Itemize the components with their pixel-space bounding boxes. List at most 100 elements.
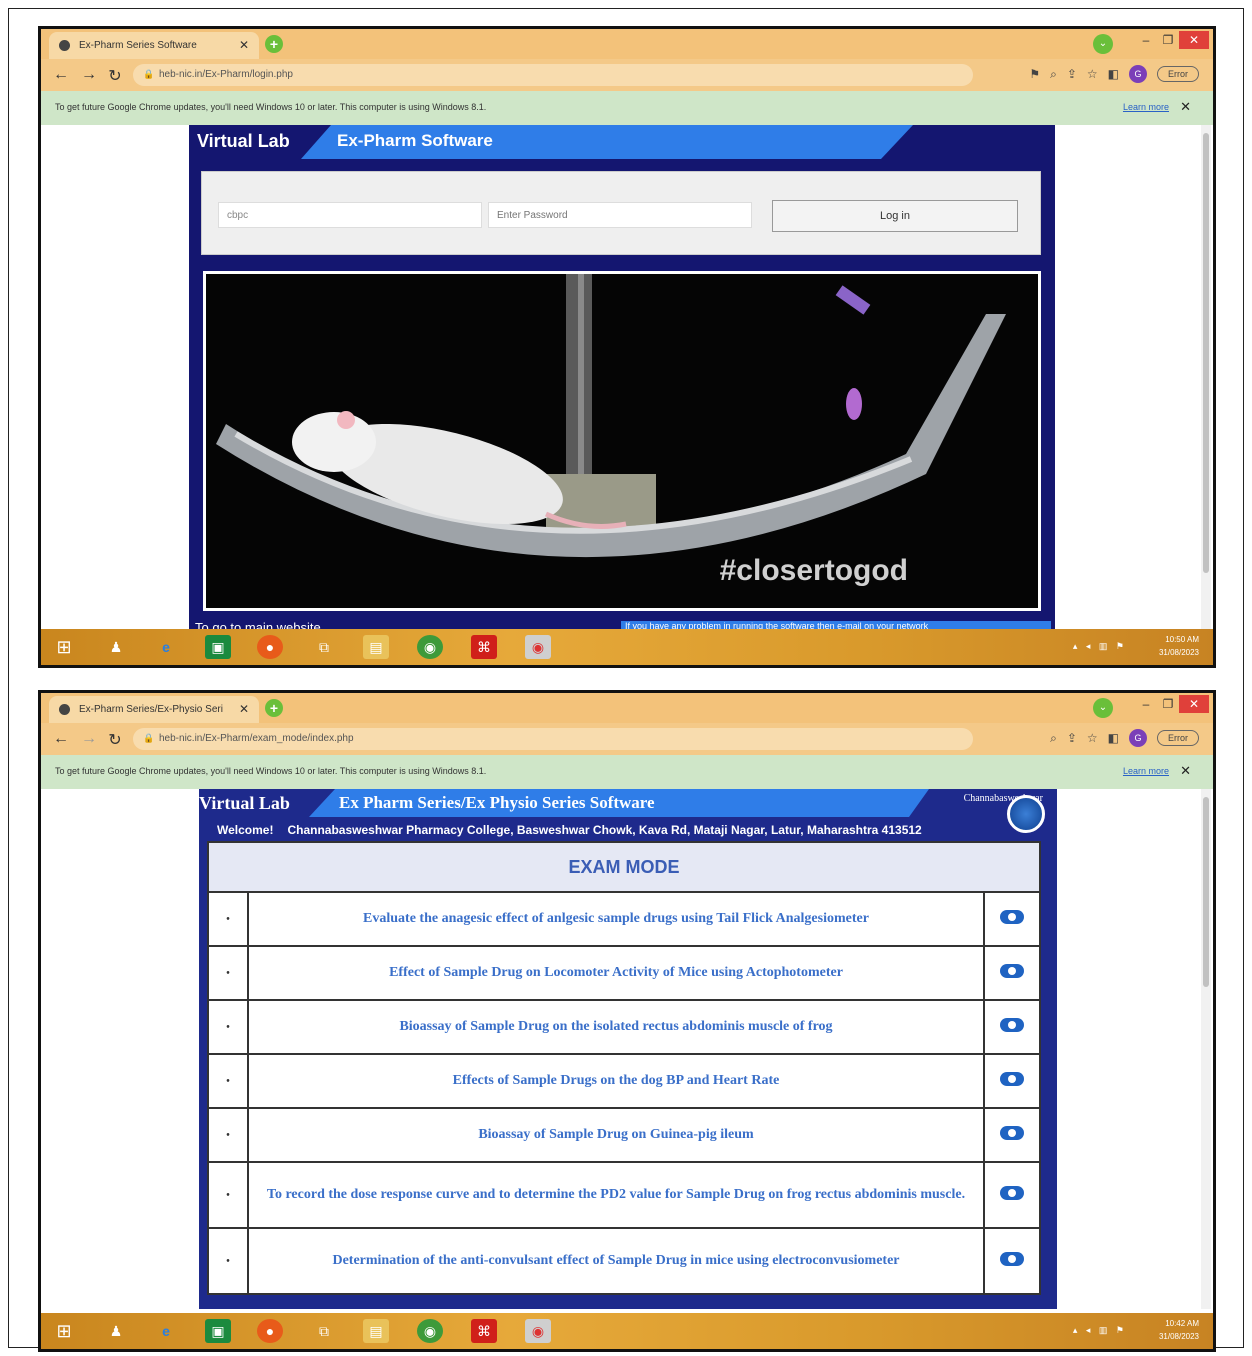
profile-avatar[interactable]: G xyxy=(1129,65,1147,83)
infobar-close-icon[interactable]: ✕ xyxy=(1180,99,1191,115)
chrome-active-icon[interactable]: ◉ xyxy=(525,1319,551,1343)
window-close-icon[interactable]: ✕ xyxy=(1179,695,1209,713)
bookmark-star-icon[interactable]: ☆ xyxy=(1087,731,1098,745)
college-logo-icon xyxy=(1007,795,1045,833)
go-button-icon[interactable] xyxy=(1000,1071,1024,1086)
scrollbar-thumb[interactable] xyxy=(1203,133,1209,573)
virtual-lab-panel: Virtual Lab Ex-Pharm Software Log in xyxy=(189,125,1055,631)
error-pill[interactable]: Error xyxy=(1157,66,1199,82)
page-viewport: Virtual Lab Ex-Pharm Software Log in xyxy=(41,125,1213,631)
browser-tab[interactable]: Ex-Pharm Series Software ✕ xyxy=(49,32,259,59)
share-icon[interactable]: ⇪ xyxy=(1067,67,1077,81)
window-controls: – ❐ ✕ xyxy=(1135,695,1209,715)
translate-icon[interactable]: ⚑ xyxy=(1029,67,1040,81)
go-button-icon[interactable] xyxy=(1000,909,1024,924)
download-icon[interactable]: ⌄ xyxy=(1093,34,1113,54)
favicon-icon xyxy=(59,704,70,715)
internet-explorer-icon[interactable]: e xyxy=(153,1319,179,1343)
user-app-icon[interactable]: ♟ xyxy=(103,1319,129,1343)
go-button-icon[interactable] xyxy=(1000,1251,1024,1266)
profile-avatar[interactable]: G xyxy=(1129,729,1147,747)
minimize-icon[interactable]: – xyxy=(1135,31,1157,49)
experiment-link[interactable]: Determination of the anti-convulsant eff… xyxy=(247,1227,985,1295)
pdf-reader-icon[interactable]: ⌘ xyxy=(471,635,497,659)
internet-explorer-icon[interactable]: e xyxy=(153,635,179,659)
experiment-link[interactable]: Evaluate the anagesic effect of anlgesic… xyxy=(247,891,985,947)
new-tab-button[interactable]: + xyxy=(265,699,283,717)
reload-icon[interactable]: ↻ xyxy=(105,730,125,750)
side-panel-icon[interactable]: ◧ xyxy=(1108,731,1119,745)
new-tab-button[interactable]: + xyxy=(265,35,283,53)
chrome-icon[interactable]: ◉ xyxy=(417,635,443,659)
restore-icon[interactable]: ❐ xyxy=(1157,695,1179,713)
zoom-icon[interactable]: ⌕ xyxy=(1050,731,1057,746)
browser-tab[interactable]: Ex-Pharm Series/Ex-Physio Seri ✕ xyxy=(49,696,259,723)
url-text: heb-nic.in/Ex-Pharm/login.php xyxy=(159,69,293,80)
go-button-icon[interactable] xyxy=(1000,1017,1024,1032)
store-icon[interactable]: ▣ xyxy=(205,1319,231,1343)
system-clock[interactable]: 10:42 AM 31/08/2023 xyxy=(1159,1317,1199,1343)
learn-more-link[interactable]: Learn more xyxy=(1123,102,1169,112)
login-form: Log in xyxy=(201,171,1041,255)
reload-icon[interactable]: ↻ xyxy=(105,66,125,86)
chrome-icon[interactable]: ◉ xyxy=(417,1319,443,1343)
zoom-icon[interactable]: ⌕ xyxy=(1050,67,1057,82)
window-close-icon[interactable]: ✕ xyxy=(1179,31,1209,49)
go-button-icon[interactable] xyxy=(1000,1185,1024,1200)
close-tab-icon[interactable]: ✕ xyxy=(239,38,249,52)
back-arrow-icon[interactable]: ← xyxy=(51,730,71,748)
lock-icon: 🔒 xyxy=(143,733,155,743)
back-arrow-icon[interactable]: ← xyxy=(51,66,71,84)
file-explorer-icon[interactable]: ▤ xyxy=(363,635,389,659)
login-screenshot: Ex-Pharm Series Software ✕ + ⌄ – ❐ ✕ ← → ↻… xyxy=(38,26,1216,668)
tab-title: Ex-Pharm Series/Ex-Physio Seri xyxy=(79,704,223,715)
store-icon[interactable]: ▣ xyxy=(205,635,231,659)
infobar-message: To get future Google Chrome updates, you… xyxy=(55,766,487,776)
restore-icon[interactable]: ❐ xyxy=(1157,31,1179,49)
experiment-link[interactable]: Effect of Sample Drug on Locomoter Activ… xyxy=(247,945,985,1001)
system-tray-icons[interactable]: ▴ ◂ ▥ ⚑ xyxy=(1073,1325,1127,1336)
page-scrollbar[interactable] xyxy=(1201,789,1211,1309)
update-infobar: To get future Google Chrome updates, you… xyxy=(41,91,1213,125)
download-icon[interactable]: ⌄ xyxy=(1093,698,1113,718)
clock-date: 31/08/2023 xyxy=(1158,1332,1199,1341)
learn-more-link[interactable]: Learn more xyxy=(1123,766,1169,776)
share-icon[interactable]: ⇪ xyxy=(1067,731,1077,745)
experiment-link[interactable]: Bioassay of Sample Drug on Guinea-pig il… xyxy=(247,1107,985,1163)
bookmark-star-icon[interactable]: ☆ xyxy=(1087,67,1098,81)
minimize-icon[interactable]: – xyxy=(1135,695,1157,713)
address-bar[interactable]: 🔒 heb-nic.in/Ex-Pharm/exam_mode/index.ph… xyxy=(133,728,973,750)
login-button[interactable]: Log in xyxy=(772,200,1018,232)
go-cell xyxy=(983,1227,1041,1295)
password-field[interactable] xyxy=(488,202,752,228)
network-app-icon[interactable]: ⧉ xyxy=(311,635,337,659)
chrome-active-icon[interactable]: ◉ xyxy=(525,635,551,659)
user-app-icon[interactable]: ♟ xyxy=(103,635,129,659)
system-clock[interactable]: 10:50 AM 31/08/2023 xyxy=(1159,633,1199,659)
firefox-icon[interactable]: ● xyxy=(257,1319,283,1343)
system-tray-icons[interactable]: ▴ ◂ ▥ ⚑ xyxy=(1073,641,1127,652)
experiment-link[interactable]: Bioassay of Sample Drug on the isolated … xyxy=(247,999,985,1055)
network-app-icon[interactable]: ⧉ xyxy=(311,1319,337,1343)
scrollbar-thumb[interactable] xyxy=(1203,797,1209,987)
username-field[interactable] xyxy=(218,202,482,228)
experiment-link[interactable]: Effects of Sample Drugs on the dog BP an… xyxy=(247,1053,985,1109)
infobar-close-icon[interactable]: ✕ xyxy=(1180,763,1191,779)
file-explorer-icon[interactable]: ▤ xyxy=(363,1319,389,1343)
windows-start-icon[interactable]: ⊞ xyxy=(51,635,77,659)
pdf-reader-icon[interactable]: ⌘ xyxy=(471,1319,497,1343)
page-scrollbar[interactable] xyxy=(1201,125,1211,631)
address-bar[interactable]: 🔒 heb-nic.in/Ex-Pharm/login.php xyxy=(133,64,973,86)
toolbar-icons: ⌕ ⇪ ☆ ◧ G Error xyxy=(1040,729,1199,749)
firefox-icon[interactable]: ● xyxy=(257,635,283,659)
error-pill[interactable]: Error xyxy=(1157,730,1199,746)
experiment-link[interactable]: To record the dose response curve and to… xyxy=(247,1161,985,1229)
side-panel-icon[interactable]: ◧ xyxy=(1108,67,1119,81)
close-tab-icon[interactable]: ✕ xyxy=(239,702,249,716)
forward-arrow-icon[interactable]: → xyxy=(79,66,99,84)
windows-start-icon[interactable]: ⊞ xyxy=(51,1319,77,1343)
row-bullet: • xyxy=(207,1107,249,1163)
go-button-icon[interactable] xyxy=(1000,963,1024,978)
go-button-icon[interactable] xyxy=(1000,1125,1024,1140)
forward-arrow-icon[interactable]: → xyxy=(79,730,99,748)
